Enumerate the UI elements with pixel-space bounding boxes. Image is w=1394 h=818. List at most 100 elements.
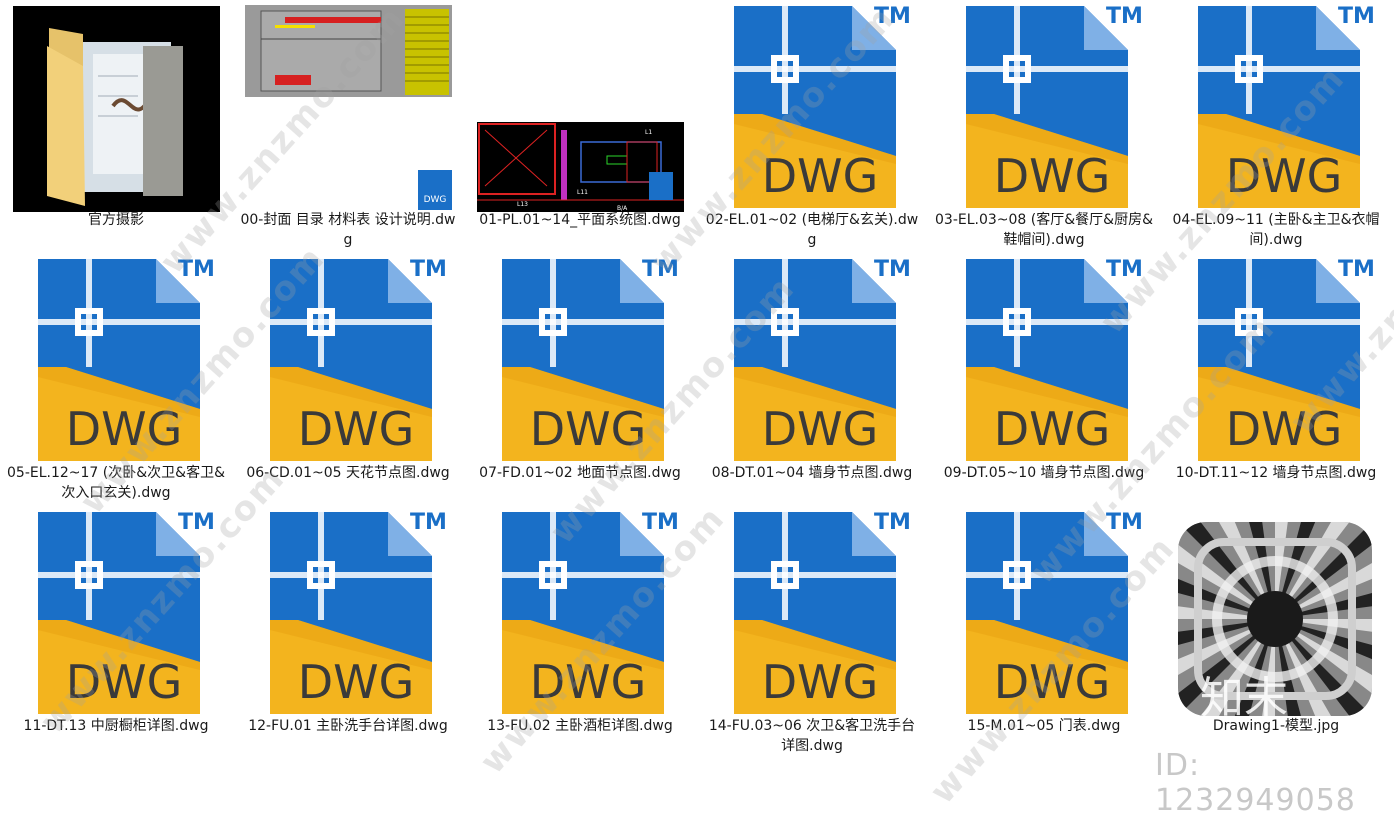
trademark-mark: TM [1106,257,1143,282]
dwg-file-icon: DWG [38,512,200,714]
svg-text:L1: L1 [645,129,652,136]
trademark-mark: TM [874,257,911,282]
file-thumbnail [0,0,232,212]
file-name-label: 02-EL.01~02 (电梯厅&玄关).dwg [705,212,919,248]
image-id-text: ID: 1232949058 [1155,748,1356,818]
file-name-label: 12-FU.01 主卧洗手台详图.dwg [248,718,448,734]
dwg-file-icon: DWG [966,259,1128,461]
svg-text:DWG: DWG [994,149,1111,203]
file-name-label: 05-EL.12~17 (次卧&次卫&客卫&次入口玄关).dwg [7,465,225,501]
trademark-mark: TM [642,510,679,535]
dwg-file-icon: DWG [502,512,664,714]
file-name-label: 15-M.01~05 门表.dwg [967,718,1121,734]
svg-text:DWG: DWG [762,402,879,456]
file-item[interactable]: DWG TM 11-DT.13 中厨橱柜详图.dwg [0,506,232,759]
file-name-label: 00-封面 目录 材料表 设计说明.dwg [240,212,456,248]
file-thumbnail: L13 L11 L1 B/A [464,0,696,212]
file-item[interactable]: DWG TM 04-EL.09~11 (主卧&主卫&衣帽间).dwg [1160,0,1392,253]
trademark-mark: TM [1338,4,1375,29]
svg-text:DWG: DWG [66,655,183,709]
file-name-label: 04-EL.09~11 (主卧&主卫&衣帽间).dwg [1172,212,1380,248]
file-name-label: 11-DT.13 中厨橱柜详图.dwg [23,718,209,734]
file-item[interactable]: DWG TM 07-FD.01~02 地面节点图.dwg [464,253,696,506]
file-thumbnail: DWG TM [928,253,1160,461]
file-thumbnail: DWG TM [696,0,928,208]
trademark-mark: TM [178,510,215,535]
svg-text:DWG: DWG [994,655,1111,709]
file-item[interactable]: DWG TM 09-DT.05~10 墙身节点图.dwg [928,253,1160,506]
dwg-file-icon: DWG [734,6,896,208]
file-item[interactable]: DWG TM 02-EL.01~02 (电梯厅&玄关).dwg [696,0,928,253]
dwg-badge-icon: DWG [418,170,452,210]
file-name-label: 官方摄影 [88,212,144,228]
file-item[interactable]: DWG TM 12-FU.01 主卧洗手台详图.dwg [232,506,464,759]
file-thumbnail: DWG TM [928,0,1160,208]
svg-text:DWG: DWG [530,402,647,456]
file-item[interactable]: DWG TM 14-FU.03~06 次卫&客卫洗手台详图.dwg [696,506,928,759]
file-thumbnail: DWG TM [464,506,696,714]
svg-text:DWG: DWG [762,149,879,203]
file-grid: 官方摄影 DWG 00-封面 目录 材料表 设计说明.dwg L13 L11 L… [0,0,1394,805]
trademark-mark: TM [874,510,911,535]
file-item[interactable]: DWG TM 15-M.01~05 门表.dwg [928,506,1160,759]
dwg-file-icon: DWG [1198,259,1360,461]
dwg-file-icon: DWG [734,512,896,714]
folder-icon [47,28,183,206]
file-item[interactable]: 知末 Drawing1-模型.jpg [1160,506,1392,759]
file-thumbnail: DWG TM [696,506,928,714]
trademark-mark: TM [410,257,447,282]
trademark-mark: TM [1338,257,1375,282]
svg-text:DWG: DWG [66,402,183,456]
svg-text:DWG: DWG [530,655,647,709]
watermark-logo-text: 知末 [1200,673,1288,716]
svg-text:DWG: DWG [1226,402,1343,456]
file-item[interactable]: 官方摄影 [0,0,232,253]
file-thumbnail: DWG TM [928,506,1160,714]
dwg-file-icon: DWG [966,512,1128,714]
dwg-file-icon: DWG [270,512,432,714]
svg-text:L11: L11 [577,189,588,196]
dwg-file-icon: DWG [38,259,200,461]
trademark-mark: TM [1106,510,1143,535]
file-name-label: 03-EL.03~08 (客厅&餐厅&厨房&鞋帽间).dwg [935,212,1153,248]
file-thumbnail: 知末 [1160,506,1392,716]
trademark-mark: TM [410,510,447,535]
file-name-label: 09-DT.05~10 墙身节点图.dwg [943,465,1145,481]
file-item[interactable]: DWG TM 08-DT.01~04 墙身节点图.dwg [696,253,928,506]
trademark-mark: TM [1106,4,1143,29]
file-name-label: 08-DT.01~04 墙身节点图.dwg [711,465,913,481]
dwg-file-icon: DWG [270,259,432,461]
file-name-label: 07-FD.01~02 地面节点图.dwg [479,465,681,481]
svg-text:DWG: DWG [994,402,1111,456]
file-thumbnail: DWG TM [1160,0,1392,208]
trademark-mark: TM [874,4,911,29]
file-item[interactable]: DWG 00-封面 目录 材料表 设计说明.dwg [232,0,464,253]
file-item[interactable]: DWG TM 06-CD.01~05 天花节点图.dwg [232,253,464,506]
file-thumbnail: DWG TM [0,253,232,461]
svg-text:L13: L13 [517,201,528,208]
cover-preview [245,5,452,97]
file-thumbnail: DWG TM [696,253,928,461]
file-thumbnail: DWG TM [0,506,232,714]
file-thumbnail: DWG [232,0,464,210]
file-item[interactable]: DWG TM 03-EL.03~08 (客厅&餐厅&厨房&鞋帽间).dwg [928,0,1160,253]
svg-text:DWG: DWG [298,402,415,456]
file-thumbnail: DWG TM [1160,253,1392,461]
dwg-file-icon: DWG [734,259,896,461]
file-name-label: 10-DT.11~12 墙身节点图.dwg [1175,465,1377,481]
svg-text:DWG: DWG [1226,149,1343,203]
file-item[interactable]: DWG TM 10-DT.11~12 墙身节点图.dwg [1160,253,1392,506]
file-name-label: 06-CD.01~05 天花节点图.dwg [246,465,450,481]
file-item[interactable]: DWG TM 05-EL.12~17 (次卧&次卫&客卫&次入口玄关).dwg [0,253,232,506]
file-name-label: 13-FU.02 主卧酒柜详图.dwg [487,718,673,734]
svg-text:DWG: DWG [298,655,415,709]
dwg-file-icon: DWG [966,6,1128,208]
jpg-thumbnail: 知末 [1178,522,1372,716]
folder-thumbnail [13,6,220,212]
svg-text:DWG: DWG [762,655,879,709]
file-name-label: 01-PL.01~14_平面系统图.dwg [479,212,681,228]
file-item[interactable]: L13 L11 L1 B/A 01-PL.01~14_平面系统图.dwg [464,0,696,253]
file-item[interactable]: DWG TM 13-FU.02 主卧酒柜详图.dwg [464,506,696,759]
trademark-mark: TM [178,257,215,282]
file-thumbnail: DWG TM [232,506,464,714]
